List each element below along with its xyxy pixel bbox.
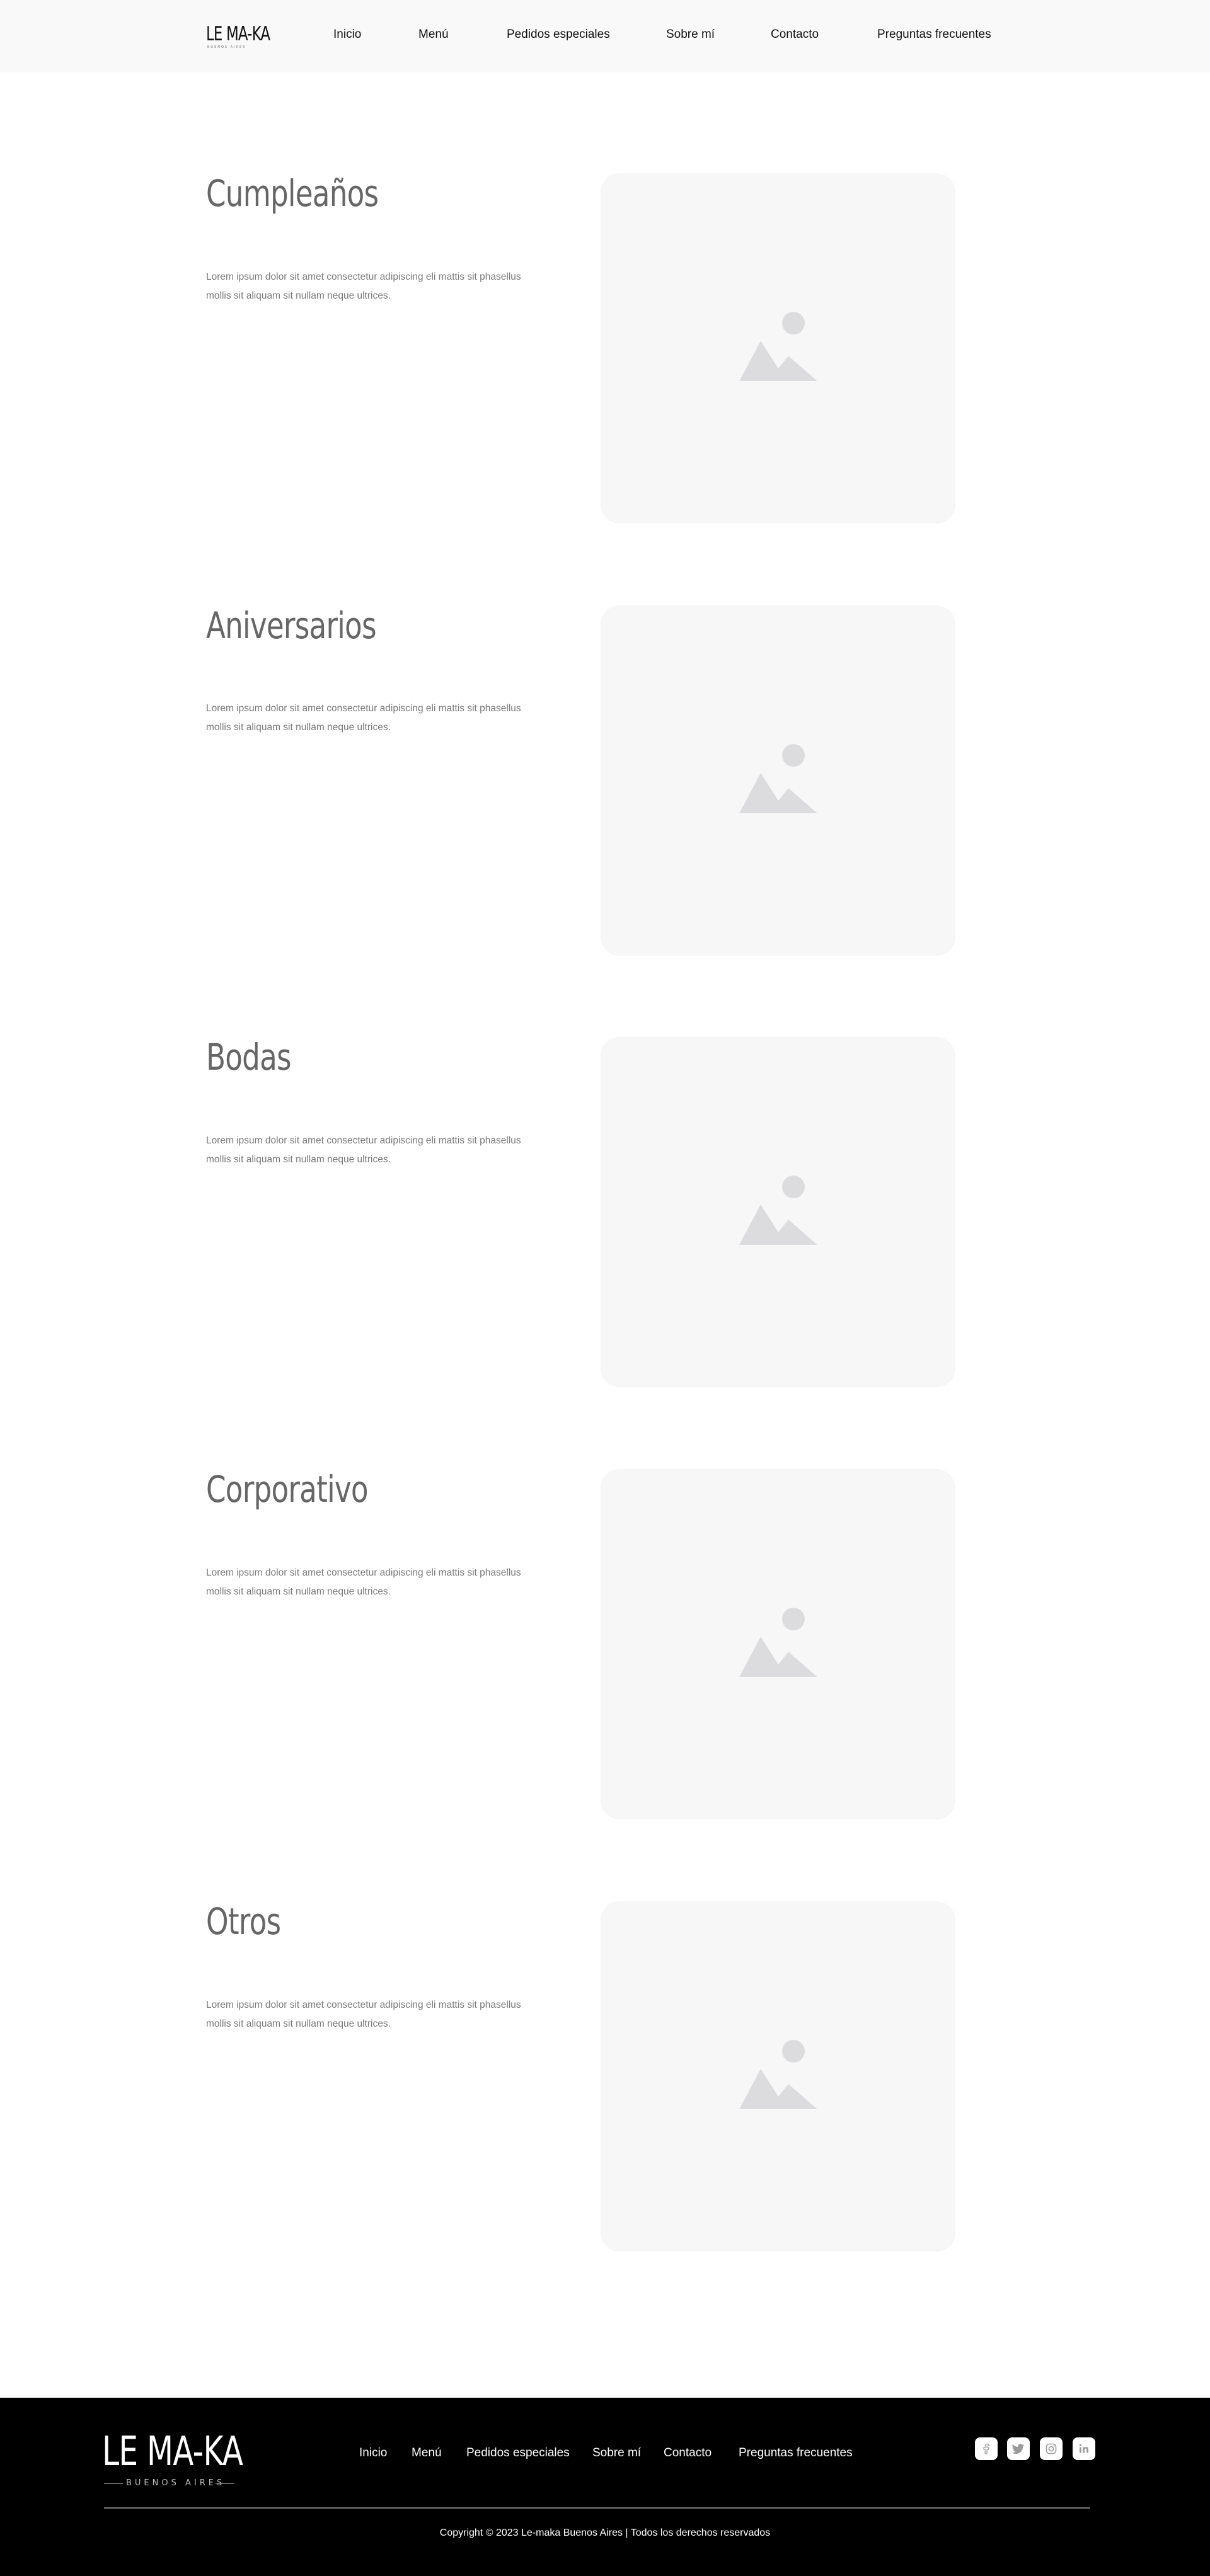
section-title: Bodas — [206, 1036, 292, 1079]
footer-nav-inicio[interactable]: Inicio — [359, 2446, 387, 2461]
section-text: Lorem ipsum dolor sit amet consectetur a… — [206, 272, 521, 301]
section-title: Otros — [206, 1900, 281, 1943]
section-title: Corporativo — [206, 1468, 369, 1511]
image-placeholder-icon — [739, 1608, 817, 1677]
section-text: Lorem ipsum dolor sit amet consectetur a… — [206, 703, 521, 733]
instagram-icon[interactable] — [1040, 2437, 1063, 2460]
linkedin-icon[interactable] — [1073, 2437, 1095, 2460]
header-logo-tagline: BUENOS AIRES — [207, 45, 246, 49]
image-placeholder — [601, 1901, 955, 2252]
image-placeholder — [601, 605, 955, 956]
nav-contacto[interactable]: Contacto — [771, 27, 819, 42]
footer-nav-pedidos-especiales[interactable]: Pedidos especiales — [466, 2446, 570, 2461]
section-title: Aniversarios — [206, 604, 377, 647]
nav-menu[interactable]: Menú — [418, 27, 449, 42]
section-text: Lorem ipsum dolor sit amet consectetur a… — [206, 1135, 521, 1165]
header-logo[interactable]: LE MA-KA BUENOS AIRES — [206, 21, 277, 52]
nav-sobre-mi[interactable]: Sobre mí — [666, 27, 715, 42]
section-text: Lorem ipsum dolor sit amet consectetur a… — [206, 2000, 521, 2029]
nav-pedidos-especiales[interactable]: Pedidos especiales — [507, 27, 610, 42]
footer-logo[interactable]: LE MA-KA BUENOS AIRES — [102, 2429, 243, 2488]
section-title: Cumpleaños — [206, 172, 379, 215]
image-placeholder — [601, 173, 955, 524]
footer-logo-tagline: BUENOS AIRES — [126, 2478, 226, 2488]
site-header: LE MA-KA BUENOS AIRES Inicio Menú Pedido… — [0, 0, 1210, 72]
image-placeholder — [601, 1037, 955, 1387]
copyright-text: Copyright © 2023 Le-maka Buenos Aires | … — [439, 2527, 771, 2538]
image-placeholder-icon — [739, 2040, 817, 2109]
footer-logo-text: LE MA-KA — [102, 2429, 243, 2475]
image-placeholder-icon — [739, 744, 817, 813]
nav-preguntas-frecuentes[interactable]: Preguntas frecuentes — [877, 27, 991, 42]
footer-divider — [104, 2507, 1090, 2509]
image-placeholder-icon — [739, 1176, 817, 1245]
footer-logo-divider — [104, 2483, 123, 2484]
site-footer: LE MA-KA BUENOS AIRES Inicio Menú Pedido… — [0, 2398, 1210, 2576]
footer-nav-menu[interactable]: Menú — [412, 2446, 442, 2461]
section-text: Lorem ipsum dolor sit amet consectetur a… — [206, 1567, 521, 1597]
footer-nav-sobre-mi[interactable]: Sobre mí — [592, 2446, 641, 2461]
image-placeholder-icon — [739, 312, 817, 381]
image-placeholder — [601, 1469, 955, 1819]
footer-nav-preguntas-frecuentes[interactable]: Preguntas frecuentes — [739, 2446, 853, 2461]
header-logo-text: LE MA-KA — [206, 23, 270, 45]
nav-inicio[interactable]: Inicio — [333, 27, 361, 42]
footer-nav-contacto[interactable]: Contacto — [664, 2446, 712, 2461]
facebook-icon[interactable] — [975, 2437, 998, 2460]
footer-logo-divider — [216, 2483, 234, 2484]
twitter-icon[interactable] — [1007, 2437, 1030, 2460]
